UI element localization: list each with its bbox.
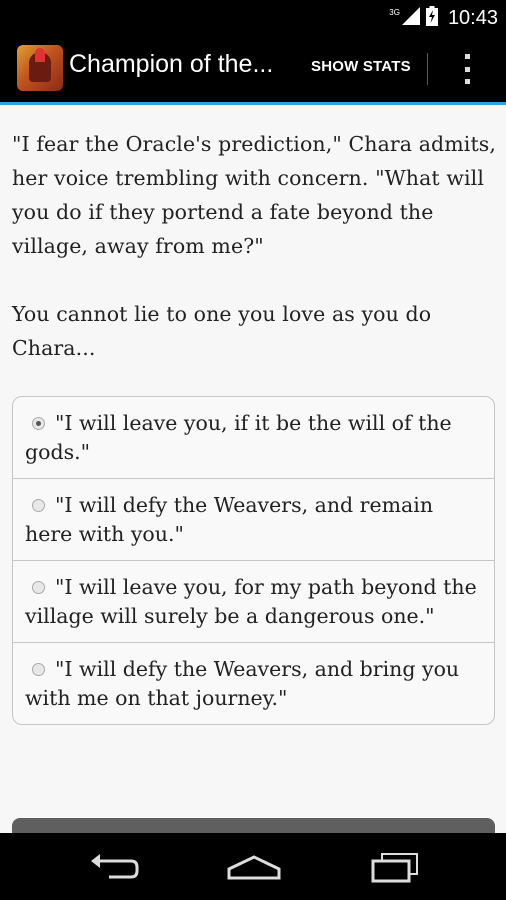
home-icon[interactable] — [224, 849, 284, 885]
back-icon[interactable] — [83, 849, 143, 885]
status-bar: 3G 10:43 — [0, 0, 506, 36]
battery-icon — [425, 6, 438, 31]
show-stats-button[interactable]: SHOW STATS — [311, 58, 411, 75]
choice-option[interactable]: "I will defy the Weavers, and bring you … — [13, 642, 494, 724]
signal-icon — [401, 7, 420, 30]
next-button[interactable] — [12, 818, 495, 833]
choice-option[interactable]: "I will leave you, for my path beyond th… — [13, 560, 494, 642]
status-icons: 3G 10:43 — [389, 6, 498, 31]
choice-label: "I will defy the Weavers, and bring you … — [25, 657, 460, 710]
radio-unselected-icon[interactable] — [32, 663, 45, 676]
choice-label: "I will defy the Weavers, and remain her… — [25, 493, 434, 546]
helmet-crest — [35, 48, 45, 62]
radio-selected-icon[interactable] — [32, 417, 45, 430]
overflow-menu-icon[interactable] — [462, 54, 472, 84]
clock: 10:43 — [447, 7, 498, 29]
choice-label: "I will leave you, for my path beyond th… — [25, 575, 477, 628]
recents-icon[interactable] — [365, 849, 425, 885]
action-bar: Champion of the... SHOW STATS — [0, 36, 506, 105]
story-text: "I fear the Oracle's prediction," Chara … — [12, 127, 498, 365]
navigation-bar — [0, 833, 506, 900]
choice-label: "I will leave you, if it be the will of … — [25, 411, 452, 464]
app-icon[interactable] — [17, 45, 63, 91]
radio-unselected-icon[interactable] — [32, 581, 45, 594]
choice-option[interactable]: "I will leave you, if it be the will of … — [13, 397, 494, 478]
choice-option[interactable]: "I will defy the Weavers, and remain her… — [13, 478, 494, 560]
story-paragraph: "I fear the Oracle's prediction," Chara … — [12, 132, 497, 258]
radio-unselected-icon[interactable] — [32, 499, 45, 512]
choice-list: "I will leave you, if it be the will of … — [12, 396, 495, 725]
story-content[interactable]: "I fear the Oracle's prediction," Chara … — [0, 105, 506, 833]
story-paragraph: You cannot lie to one you love as you do… — [12, 302, 432, 360]
app-title: Champion of the... — [69, 50, 274, 78]
action-bar-divider — [427, 53, 428, 85]
network-type-label: 3G — [389, 8, 400, 17]
